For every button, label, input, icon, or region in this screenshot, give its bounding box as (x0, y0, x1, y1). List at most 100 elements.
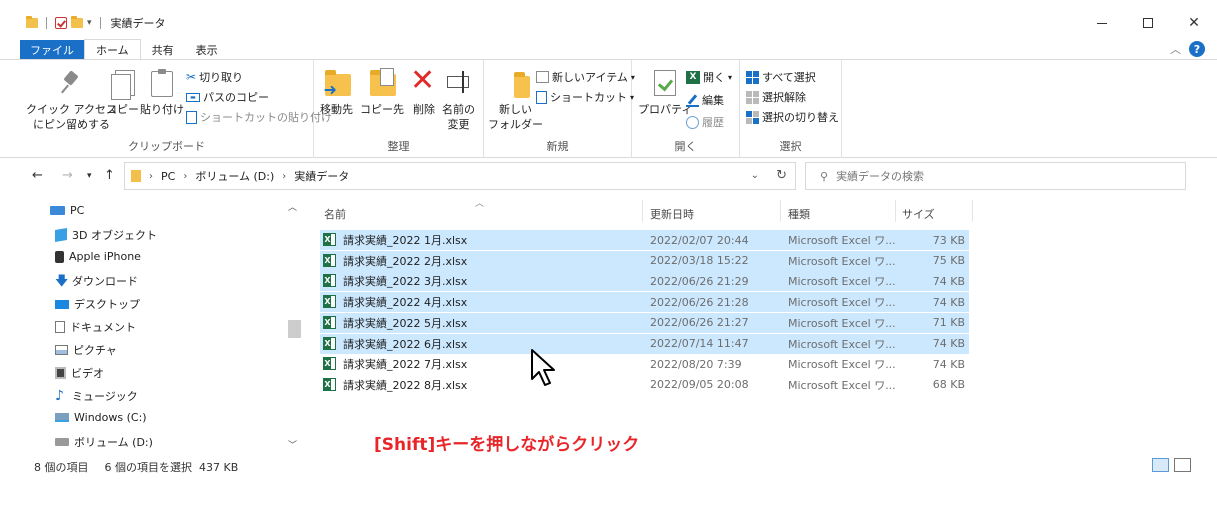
select-all-icon (746, 70, 759, 84)
file-name: 請求実績_2022 8月.xlsx (343, 378, 468, 392)
window-controls: ✕ (1079, 10, 1217, 36)
file-row[interactable]: 請求実績_2022 6月.xlsx 2022/07/14 11:47 Microso… (320, 333, 969, 354)
file-row[interactable]: 請求実績_2022 5月.xlsx 2022/06/26 21:27 Microso… (320, 312, 969, 333)
chevron-right-icon[interactable]: › (149, 171, 153, 182)
help-icon[interactable]: ? (1189, 41, 1205, 57)
chevron-right-icon[interactable]: › (282, 171, 286, 182)
file-date: 2022/06/26 21:28 (650, 295, 749, 309)
nav-item-3d-objects[interactable]: 3D オブジェクト (55, 227, 157, 243)
column-divider[interactable] (642, 200, 643, 222)
picture-icon (55, 345, 68, 355)
recent-locations-button[interactable]: ▾ (87, 171, 92, 181)
nav-item-music[interactable]: ♪ ミュージック (55, 388, 138, 404)
tab-view[interactable]: 表示 (185, 40, 229, 59)
chevron-right-icon[interactable]: › (183, 171, 187, 182)
cut-button[interactable]: ✂ 切り取り (186, 69, 243, 85)
divider (99, 17, 101, 29)
nav-item-pictures[interactable]: ピクチャ (55, 342, 117, 358)
file-size: 68 KB (932, 378, 965, 392)
address-dropdown-icon[interactable]: ⌄ (751, 170, 759, 181)
select-all-button[interactable]: すべて選択 (746, 69, 816, 85)
refresh-icon[interactable]: ↻ (776, 168, 787, 183)
minimize-button[interactable] (1079, 10, 1125, 36)
pin-quick-access-button[interactable]: クイック アクセス にピン留めする (26, 68, 117, 132)
pc-icon (50, 206, 65, 215)
nav-item-windows-c[interactable]: Windows (C:) (55, 411, 147, 424)
breadcrumb-volume[interactable]: ボリューム (D:) (195, 168, 274, 184)
pin-label-2: にピン留めする (32, 118, 110, 131)
copy-path-button[interactable]: ▬ パスのコピー (186, 89, 269, 105)
new-folder-button[interactable]: 新しい フォルダー (488, 68, 543, 132)
scroll-up-icon[interactable]: ︿ (288, 200, 297, 213)
tab-file[interactable]: ファイル (20, 40, 84, 59)
nav-label: デスクトップ (74, 298, 140, 311)
selection-info: 6 個の項目を選択 437 KB (105, 459, 239, 475)
history-icon (686, 115, 699, 129)
file-size: 74 KB (932, 337, 965, 350)
file-row[interactable]: 請求実績_2022 4月.xlsx 2022/06/26 21:28 Microso… (320, 292, 969, 313)
forward-button[interactable]: → (62, 168, 73, 183)
document-icon (55, 321, 65, 333)
details-view-icon[interactable] (1152, 458, 1169, 472)
select-none-button[interactable]: 選択解除 (746, 89, 806, 105)
scroll-down-icon[interactable]: ﹀ (288, 438, 297, 451)
column-header-name[interactable]: 名前 (324, 206, 346, 222)
invert-selection-button[interactable]: 選択の切り替え (746, 109, 839, 125)
breadcrumb-pc[interactable]: PC (161, 170, 175, 183)
history-button[interactable]: 履歴 (686, 114, 724, 130)
scroll-thumb[interactable] (288, 320, 301, 338)
easy-access-button[interactable]: ショートカット ▾ (536, 89, 634, 105)
tab-home[interactable]: ホーム (84, 39, 141, 59)
nav-item-iphone[interactable]: Apple iPhone (55, 250, 141, 263)
address-bar[interactable]: › PC › ボリューム (D:) › 実績データ ⌄ ↻ (124, 162, 796, 190)
delete-button[interactable]: ✕ 削除 (408, 66, 440, 117)
column-divider[interactable] (972, 200, 973, 222)
back-button[interactable]: ← (32, 168, 43, 183)
file-row[interactable]: 請求実績_2022 7月.xlsx 2022/08/20 7:39 Microsof… (320, 354, 969, 374)
collapse-ribbon-icon[interactable]: ︿ (1170, 41, 1181, 57)
folder-icon[interactable] (26, 16, 38, 28)
copy-path-icon: ▬ (186, 92, 200, 102)
maximize-button[interactable] (1125, 10, 1171, 36)
nav-item-downloads[interactable]: ダウンロード (55, 272, 138, 294)
nav-scrollbar[interactable]: ︿ ﹀ (286, 196, 301, 454)
file-name: 請求実績_2022 1月.xlsx (343, 234, 468, 247)
nav-item-pc[interactable]: PC (50, 204, 84, 217)
nav-item-videos[interactable]: ビデオ (55, 365, 104, 381)
edit-button[interactable]: 編集 (686, 92, 724, 108)
copy-button[interactable]: コピー (106, 68, 139, 117)
paste-button[interactable]: 貼り付け (140, 68, 184, 117)
open-button[interactable]: X 開く ▾ (686, 69, 732, 85)
move-to-button[interactable]: ➜ 移動先 (320, 68, 353, 117)
large-icons-view-icon[interactable] (1174, 458, 1191, 472)
new-folder-icon[interactable] (71, 16, 83, 28)
up-button[interactable]: ↑ (104, 168, 115, 183)
column-divider[interactable] (780, 200, 781, 222)
column-header-date[interactable]: 更新日時 (650, 206, 694, 222)
properties-button[interactable]: プロパティ (638, 68, 692, 117)
properties-icon[interactable] (55, 17, 67, 29)
breadcrumb-folder[interactable]: 実績データ (294, 168, 349, 184)
file-row[interactable]: 請求実績_2022 1月.xlsx 2022/02/07 20:44 Microso… (320, 230, 969, 250)
customize-toolbar-icon[interactable]: ▾ (87, 18, 92, 28)
column-header-size[interactable]: サイズ (902, 206, 935, 222)
copy-to-button[interactable]: コピー先 (360, 68, 404, 117)
tab-share[interactable]: 共有 (141, 40, 185, 59)
file-row[interactable]: 請求実績_2022 3月.xlsx 2022/06/26 21:29 Microso… (320, 271, 969, 292)
paste-shortcut-button[interactable]: ショートカットの貼り付け (186, 109, 332, 125)
column-header-type[interactable]: 種類 (788, 206, 810, 222)
column-divider[interactable] (895, 200, 896, 222)
new-folder-label: 新しい (499, 103, 532, 116)
nav-item-documents[interactable]: ドキュメント (55, 319, 136, 335)
file-row[interactable]: 請求実績_2022 8月.xlsx 2022/09/05 20:08 Microso… (320, 375, 969, 395)
close-button[interactable]: ✕ (1171, 10, 1217, 36)
rename-button[interactable]: 名前の 変更 (442, 68, 475, 132)
nav-item-desktop[interactable]: デスクトップ (55, 296, 140, 312)
nav-item-volume-d[interactable]: ボリューム (D:) (55, 434, 153, 450)
new-item-icon (536, 71, 549, 83)
file-name: 請求実績_2022 6月.xlsx (343, 337, 468, 351)
scissors-icon: ✂ (186, 70, 197, 84)
file-row[interactable]: 請求実績_2022 2月.xlsx 2022/03/18 15:22 Microso… (320, 250, 969, 271)
search-input[interactable]: ⚲ 実績データの検索 (805, 162, 1186, 190)
new-item-button[interactable]: 新しいアイテム ▾ (536, 69, 635, 85)
